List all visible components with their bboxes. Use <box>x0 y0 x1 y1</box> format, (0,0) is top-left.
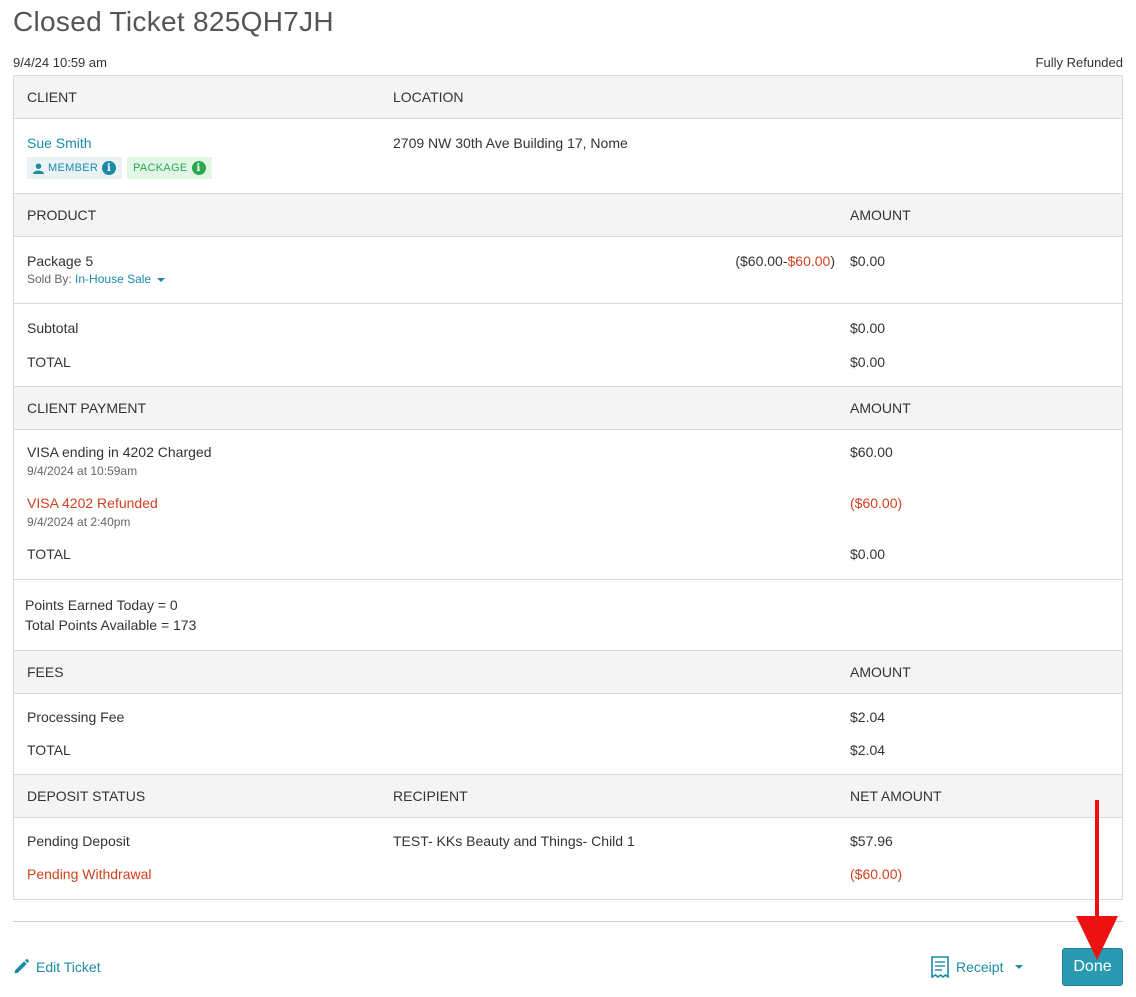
fees-header: FEES AMOUNT <box>14 651 1122 694</box>
total-label: TOTAL <box>27 354 71 370</box>
done-button[interactable]: Done <box>1062 948 1123 986</box>
receipt-label: Receipt <box>956 959 1004 975</box>
member-badge[interactable]: MEMBER i <box>27 157 123 179</box>
client-header: CLIENT LOCATION <box>14 76 1122 119</box>
withdrawal-label: Pending Withdrawal <box>27 866 152 882</box>
price-discount: $60.00 <box>787 253 831 269</box>
points-body: Points Earned Today = 0 Total Points Ava… <box>14 580 1122 651</box>
fee-value: $2.04 <box>850 709 886 725</box>
subtotal-value: $0.00 <box>850 320 886 336</box>
caret-down-icon <box>1015 965 1024 969</box>
deposit-status-column-header: DEPOSIT STATUS <box>27 788 146 804</box>
amount-column-header: AMOUNT <box>850 664 911 680</box>
deposit-amount: $57.96 <box>850 833 893 849</box>
location-column-header: LOCATION <box>393 89 464 105</box>
payment-total-value: $0.00 <box>850 546 886 562</box>
edit-ticket-label: Edit Ticket <box>36 958 101 975</box>
withdrawal-amount: ($60.00) <box>850 866 903 882</box>
member-badge-label: MEMBER <box>48 162 99 174</box>
total-value: $0.00 <box>850 354 886 370</box>
points-available: Total Points Available = 173 <box>25 617 197 633</box>
fee-label: Processing Fee <box>27 709 125 725</box>
product-body: Package 5 Sold By: In-House Sale ($60.00… <box>14 237 1122 304</box>
totals-body: Subtotal $0.00 TOTAL $0.00 <box>14 304 1122 387</box>
page-title: Closed Ticket 825QH7JH <box>13 6 334 37</box>
client-name-link[interactable]: Sue Smith <box>27 135 92 151</box>
client-column-header: CLIENT <box>27 89 77 105</box>
fees-total-value: $2.04 <box>850 742 886 758</box>
amount-column-header: AMOUNT <box>850 207 911 223</box>
recipient-column-header: RECIPIENT <box>393 788 468 804</box>
client-body: Sue Smith MEMBER i PACKAGE i 2709 NW 30t… <box>14 119 1122 194</box>
ticket-status: Fully Refunded <box>1035 55 1123 70</box>
charge-date: 9/4/2024 at 10:59am <box>27 464 138 478</box>
receipt-icon <box>931 956 949 978</box>
fees-body: Processing Fee $2.04 TOTAL $2.04 <box>14 694 1122 775</box>
sold-by-row: Sold By: In-House Sale <box>27 272 166 286</box>
product-header: PRODUCT AMOUNT <box>14 194 1122 237</box>
refund-amount: ($60.00) <box>850 495 903 511</box>
price-paren-close: ) <box>830 253 835 269</box>
package-badge-label: PACKAGE <box>133 162 188 174</box>
ticket-panel: CLIENT LOCATION Sue Smith MEMBER i PACKA… <box>13 75 1123 900</box>
refund-label: VISA 4202 Refunded <box>27 495 158 511</box>
edit-ticket-link[interactable]: Edit Ticket <box>13 958 101 975</box>
package-badge[interactable]: PACKAGE i <box>127 157 212 179</box>
deposit-label: Pending Deposit <box>27 833 130 849</box>
info-icon[interactable]: i <box>191 161 206 175</box>
amount-column-header: AMOUNT <box>850 400 911 416</box>
user-icon <box>33 162 44 174</box>
product-column-header: PRODUCT <box>27 207 97 223</box>
client-badges: MEMBER i PACKAGE i <box>27 157 212 179</box>
refund-date: 9/4/2024 at 2:40pm <box>27 515 131 529</box>
charge-amount: $60.00 <box>850 444 893 460</box>
info-icon[interactable]: i <box>102 161 117 175</box>
subtotal-label: Subtotal <box>27 320 79 336</box>
price-original: $60.00 <box>740 253 783 269</box>
payment-body: VISA ending in 4202 Charged 9/4/2024 at … <box>14 430 1122 580</box>
product-amount: $0.00 <box>850 253 886 269</box>
payment-column-header: CLIENT PAYMENT <box>27 400 147 416</box>
deposit-header: DEPOSIT STATUS RECIPIENT NET AMOUNT <box>14 775 1122 818</box>
sold-by-value: In-House Sale <box>75 272 152 286</box>
caret-down-icon <box>157 277 166 282</box>
sold-by-label: Sold By: <box>27 272 72 286</box>
deposit-recipient: TEST- KKs Beauty and Things- Child 1 <box>393 833 635 849</box>
price-breakdown: ($60.00-$60.00) <box>735 253 835 269</box>
fees-total-label: TOTAL <box>27 742 71 758</box>
receipt-dropdown[interactable]: Receipt <box>930 956 1024 978</box>
fees-column-header: FEES <box>27 664 64 680</box>
sold-by-dropdown[interactable]: In-House Sale <box>75 272 166 286</box>
deposit-body: Pending Deposit TEST- KKs Beauty and Thi… <box>14 818 1122 899</box>
points-earned: Points Earned Today = 0 <box>25 597 178 613</box>
charge-label: VISA ending in 4202 Charged <box>27 444 212 460</box>
footer-divider <box>13 921 1123 922</box>
product-name: Package 5 <box>27 253 94 269</box>
ticket-date: 9/4/24 10:59 am <box>13 55 107 70</box>
pencil-icon <box>14 958 30 974</box>
payment-total-label: TOTAL <box>27 546 71 562</box>
net-amount-column-header: NET AMOUNT <box>850 788 942 804</box>
payment-header: CLIENT PAYMENT AMOUNT <box>14 387 1122 430</box>
location-value: 2709 NW 30th Ave Building 17, Nome <box>393 135 628 151</box>
